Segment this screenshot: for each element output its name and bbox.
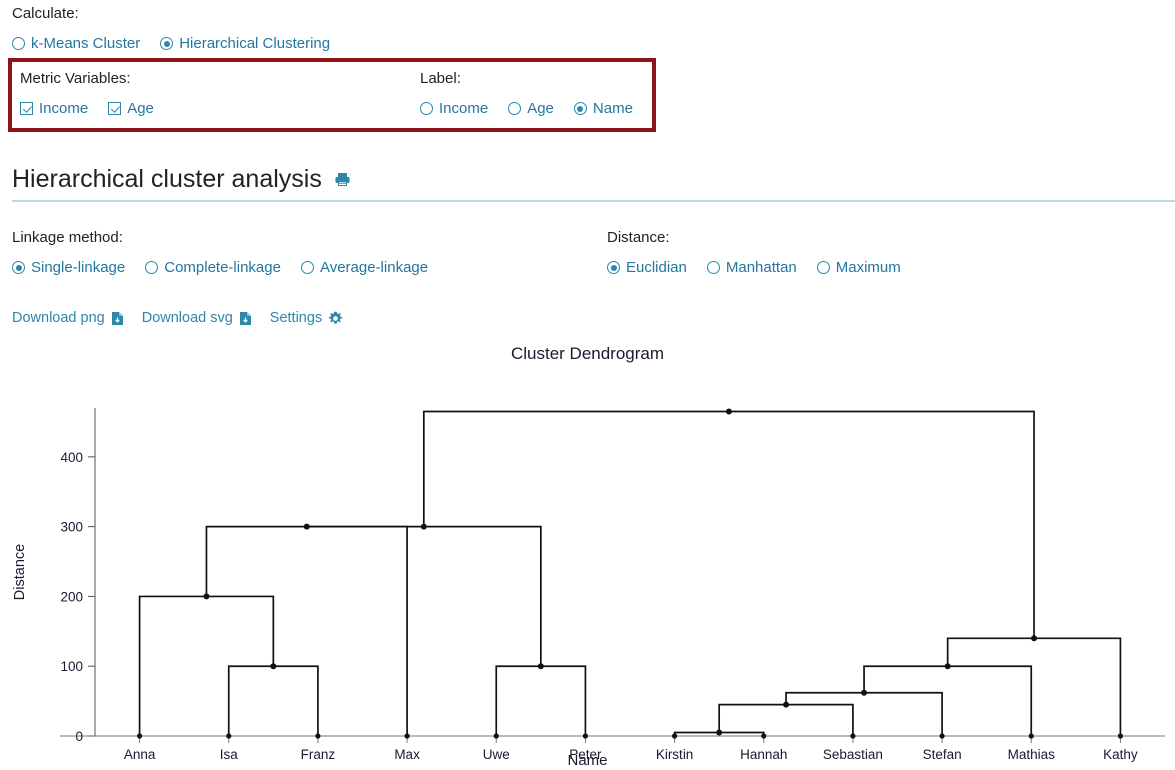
radio-icon (145, 261, 159, 274)
metric-variable-income-label: Income (39, 100, 89, 117)
calculate-option-hierarchical-label: Hierarchical Clustering (179, 35, 331, 52)
metric-variables-group: Metric Variables: Income Age (20, 69, 420, 117)
download-png-button[interactable]: Download png (12, 310, 124, 326)
svg-text:300: 300 (60, 520, 83, 535)
svg-text:200: 200 (60, 589, 83, 604)
label-variable-group: Label: Income Age Name (420, 69, 650, 117)
download-png-label: Download png (12, 310, 105, 326)
file-download-icon (111, 311, 124, 326)
distance-option-manhattan[interactable]: Manhattan (706, 259, 797, 276)
distance-option-manhattan-label: Manhattan (725, 259, 797, 276)
dendrogram-svg: 0100200300400DistanceAnna Isa Franz Max Uwe P… (12, 408, 1165, 762)
radio-icon (160, 37, 174, 50)
metric-variable-age-label: Age (127, 100, 154, 117)
label-option-name-label: Name (592, 100, 633, 117)
radio-icon (573, 102, 587, 115)
label-option-age-label: Age (527, 100, 554, 117)
radio-icon (706, 261, 720, 274)
calculate-radio-group: k-Means Cluster Hierarchical Clustering (12, 35, 1175, 52)
page-title: Hierarchical cluster analysis (12, 165, 1175, 200)
linkage-option-complete-label: Complete-linkage (164, 259, 281, 276)
linkage-option-single-label: Single-linkage (31, 259, 126, 276)
svg-text:0: 0 (75, 729, 83, 744)
metric-variable-income[interactable]: Income (20, 100, 88, 117)
radio-icon (508, 102, 522, 115)
linkage-option-complete[interactable]: Complete-linkage (145, 259, 281, 276)
chart-title: Cluster Dendrogram (510, 344, 665, 363)
chart-actions-toolbar: Download png Download svg Settings (12, 310, 361, 326)
file-download-icon (239, 311, 252, 326)
download-svg-label: Download svg (141, 310, 233, 326)
printer-icon[interactable] (334, 171, 351, 188)
calculate-option-kmeans[interactable]: k-Means Cluster (12, 35, 140, 52)
distance-option-euclidian[interactable]: Euclidian (607, 259, 687, 276)
distance-option-maximum-label: Maximum (835, 259, 901, 276)
distance-label: Distance: (607, 229, 670, 246)
linkage-option-average[interactable]: Average-linkage (300, 259, 429, 276)
svg-text:400: 400 (60, 450, 83, 465)
calculate-option-kmeans-label: k-Means Cluster (31, 35, 141, 52)
linkage-method-label: Linkage method: (12, 229, 123, 246)
linkage-option-single[interactable]: Single-linkage (12, 259, 125, 276)
radio-icon (420, 102, 433, 115)
calculate-section: Calculate: k-Means Cluster Hierarchical … (0, 0, 1175, 52)
checkbox-icon (108, 102, 122, 115)
linkage-option-average-label: Average-linkage (319, 259, 429, 276)
svg-text:Distance: Distance (12, 544, 28, 600)
variables-highlight-panel: Metric Variables: Income Age Label: Inco… (8, 58, 656, 132)
title-divider (12, 200, 1175, 202)
metric-variable-age[interactable]: Age (108, 100, 154, 117)
x-axis-title: Name (567, 752, 608, 769)
metric-variables-label: Metric Variables: (20, 70, 131, 87)
radio-icon (12, 37, 25, 50)
label-option-income-label: Income (439, 100, 489, 117)
page-title-text: Hierarchical cluster analysis (12, 165, 322, 193)
options-row: Linkage method: Single-linkage Complete-… (12, 228, 1172, 276)
label-option-age[interactable]: Age (508, 100, 554, 117)
radio-icon (816, 261, 830, 274)
svg-text:100: 100 (60, 659, 83, 674)
download-svg-button[interactable]: Download svg (142, 310, 252, 326)
label-option-name[interactable]: Name (573, 100, 633, 117)
calculate-option-hierarchical[interactable]: Hierarchical Clustering (160, 35, 330, 52)
label-option-income[interactable]: Income (420, 100, 488, 117)
gear-icon (328, 311, 343, 326)
section-header: Hierarchical cluster analysis (12, 165, 1175, 202)
distance-option-maximum[interactable]: Maximum (816, 259, 901, 276)
label-group-label: Label: (420, 70, 461, 87)
settings-label: Settings (269, 310, 323, 326)
radio-icon (300, 261, 314, 274)
linkage-method-group: Linkage method: Single-linkage Complete-… (12, 228, 607, 276)
dendrogram-chart: Cluster Dendrogram 0 100 200 300 400 Distance… (0, 336, 1175, 770)
radio-icon (607, 261, 620, 274)
distance-group: Distance: Euclidian Manhattan Maximum (607, 228, 1107, 276)
radio-icon (12, 261, 25, 274)
checkbox-icon (20, 102, 33, 115)
calculate-label: Calculate: (12, 5, 79, 22)
distance-option-euclidian-label: Euclidian (626, 259, 687, 276)
settings-button[interactable]: Settings (270, 310, 343, 326)
